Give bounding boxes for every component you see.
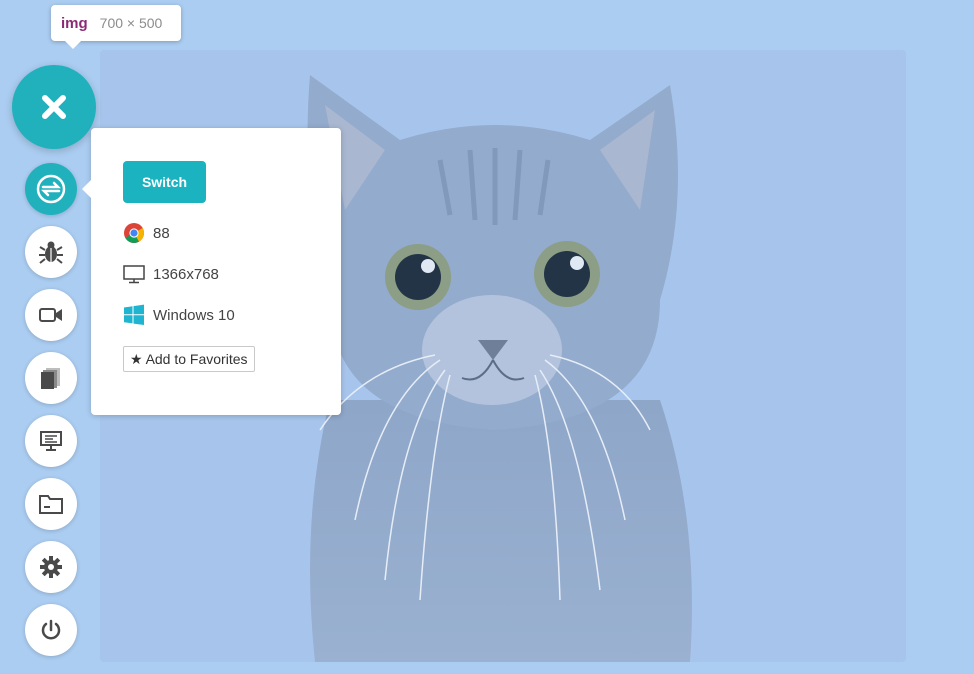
display-settings-icon <box>40 431 62 451</box>
power-button[interactable] <box>25 604 77 656</box>
bug-report-button[interactable] <box>25 226 77 278</box>
gallery-icon <box>41 368 60 389</box>
record-video-button[interactable] <box>25 289 77 341</box>
files-button[interactable] <box>25 478 77 530</box>
element-dimensions: 700 × 500 <box>99 15 163 31</box>
screenshots-button[interactable] <box>25 352 77 404</box>
screen-resolution: 1366x768 <box>153 265 219 283</box>
gear-icon <box>40 556 62 578</box>
close-icon <box>42 95 66 119</box>
session-popup: Switch 88 1366x768 Windows 10 ★ Add to F… <box>82 128 341 415</box>
resolution-button[interactable] <box>25 415 77 467</box>
star-icon: ★ <box>130 350 143 367</box>
power-icon <box>41 619 61 640</box>
browser-row: 88 <box>123 221 170 245</box>
element-tag: img <box>61 14 88 32</box>
bug-icon <box>39 241 63 264</box>
add-to-favorites-label: Add to Favorites <box>145 351 248 367</box>
windows-icon <box>123 304 145 326</box>
add-to-favorites-button[interactable]: ★ Add to Favorites <box>123 346 255 372</box>
monitor-icon <box>123 263 145 285</box>
folder-icon <box>39 495 63 514</box>
close-button[interactable] <box>12 65 96 149</box>
settings-button[interactable] <box>25 541 77 593</box>
switch-icon <box>36 174 66 204</box>
element-tooltip: img 700 × 500 <box>51 5 181 49</box>
os-row: Windows 10 <box>123 303 235 327</box>
chrome-icon <box>123 222 145 244</box>
switch-button[interactable]: Switch <box>123 161 206 203</box>
resolution-row: 1366x768 <box>123 262 219 286</box>
browser-version: 88 <box>153 224 170 242</box>
switch-session-button[interactable] <box>25 163 77 215</box>
video-camera-icon <box>39 308 62 322</box>
os-name: Windows 10 <box>153 306 235 324</box>
